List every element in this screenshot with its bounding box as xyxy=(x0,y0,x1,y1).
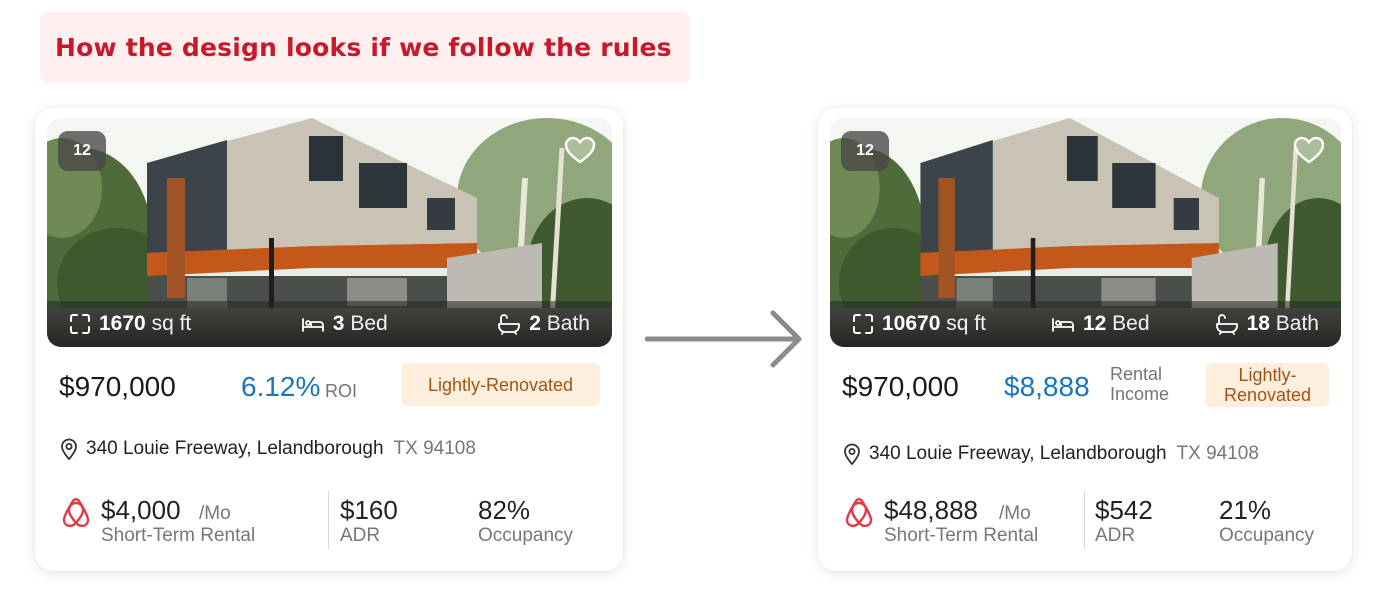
property-card-original[interactable]: 12 1670 sq ft 3 Bed 2 Bath $970,000 6.12… xyxy=(35,108,623,571)
beds-unit: Bed xyxy=(1112,312,1150,335)
heading-banner: How the design looks if we follow the ru… xyxy=(40,12,690,83)
baths-value: 2 xyxy=(529,312,541,335)
address-zip: TX 94108 xyxy=(393,438,476,459)
expand-icon xyxy=(69,313,91,335)
roi-value: 6.12% xyxy=(241,371,321,402)
price: $970,000 xyxy=(842,371,959,402)
baths-unit: Bath xyxy=(1275,312,1319,335)
rental-period: /Mo xyxy=(999,503,1031,524)
beds-stat: 3 Bed xyxy=(301,312,388,336)
bed-icon xyxy=(301,314,325,334)
banner-title: How the design looks if we follow the ru… xyxy=(55,33,672,62)
address-zip: TX 94108 xyxy=(1176,443,1259,464)
price-row: $970,000 6.12% ROI Lightly-Renovated xyxy=(59,363,603,413)
stats-bar: 10670 sq ft 12 Bed 18 Bath xyxy=(830,301,1341,347)
rental-value: $4,000 xyxy=(101,495,181,525)
beds-value: 3 xyxy=(332,312,345,335)
bath-icon xyxy=(1215,313,1239,335)
property-card-improved[interactable]: 12 10670 sq ft 12 Bed 18 Bath $970,000 $… xyxy=(818,108,1352,571)
airbnb-icon xyxy=(844,497,874,529)
divider xyxy=(1084,491,1085,549)
adr-value: $542 xyxy=(1095,495,1153,525)
address-street: 340 Louie Freeway, Lelandborough xyxy=(86,438,384,459)
tag-line1: Lightly- xyxy=(1238,365,1297,385)
rental-income-value: $8,888 xyxy=(1004,371,1090,402)
property-photo[interactable]: 12 1670 sq ft 3 Bed 2 Bath xyxy=(47,118,612,347)
photo-count-badge: 12 xyxy=(841,131,889,171)
sqft-stat: 10670 sq ft xyxy=(852,312,986,336)
beds-stat: 12 Bed xyxy=(1051,312,1150,336)
renovation-tag: Lightly-Renovated xyxy=(401,363,600,406)
rental-label: Short-Term Rental xyxy=(884,525,1039,546)
occupancy-label: Occupancy xyxy=(1219,525,1315,546)
rental-value: $48,888 xyxy=(884,495,978,525)
address: 340 Louie Freeway, Lelandborough TX 9410… xyxy=(843,443,1259,465)
arrow-right-icon xyxy=(645,310,802,368)
location-pin-icon xyxy=(60,438,78,460)
rental-income-label-line1: Rental xyxy=(1110,364,1163,384)
address: 340 Louie Freeway, Lelandborough TX 9410… xyxy=(60,438,476,460)
airbnb-icon xyxy=(61,497,91,529)
beds-unit: Bed xyxy=(350,312,388,335)
occupancy-label: Occupancy xyxy=(478,525,574,546)
sqft-unit: sq ft xyxy=(151,312,192,335)
rental-label: Short-Term Rental xyxy=(101,525,256,546)
stats-bar: 1670 sq ft 3 Bed 2 Bath xyxy=(47,301,612,347)
adr-value: $160 xyxy=(340,495,398,525)
bed-icon xyxy=(1051,314,1075,334)
baths-stat: 18 Bath xyxy=(1215,312,1319,336)
roi-label: ROI xyxy=(325,381,358,401)
rental-stats-row: $4,000 /Mo Short-Term Rental $160 ADR 82… xyxy=(61,491,603,557)
rental-period: /Mo xyxy=(199,503,231,524)
photo-count-badge: 12 xyxy=(58,131,106,171)
sqft-value: 1670 xyxy=(99,312,146,335)
baths-value: 18 xyxy=(1246,312,1270,335)
beds-value: 12 xyxy=(1082,312,1107,335)
divider xyxy=(328,491,329,549)
occupancy-value: 21% xyxy=(1219,495,1272,525)
property-photo[interactable]: 12 10670 sq ft 12 Bed 18 Bath xyxy=(830,118,1341,347)
sqft-unit: sq ft xyxy=(946,312,986,335)
baths-stat: 2 Bath xyxy=(497,312,590,336)
sqft-value: 10670 xyxy=(882,312,941,335)
sqft-stat: 1670 sq ft xyxy=(69,312,191,336)
occupancy-value: 82% xyxy=(478,495,531,525)
baths-unit: Bath xyxy=(546,312,590,335)
price: $970,000 xyxy=(59,371,176,402)
renovation-tag: Lightly- Renovated xyxy=(1206,363,1329,407)
heart-icon[interactable] xyxy=(564,136,596,164)
location-pin-icon xyxy=(843,443,861,465)
tag-line2: Renovated xyxy=(1223,385,1312,405)
adr-label: ADR xyxy=(1095,525,1136,546)
bath-icon xyxy=(497,313,521,335)
heart-icon[interactable] xyxy=(1293,136,1325,164)
address-street: 340 Louie Freeway, Lelandborough xyxy=(869,443,1167,464)
rental-stats-row: $48,888 /Mo Short-Term Rental $542 ADR 2… xyxy=(844,491,1332,557)
expand-icon xyxy=(852,313,874,335)
price-row: $970,000 $8,888 Rental Income Lightly- R… xyxy=(842,363,1332,413)
adr-label: ADR xyxy=(340,525,381,546)
rental-income-label-line2: Income xyxy=(1110,384,1170,404)
